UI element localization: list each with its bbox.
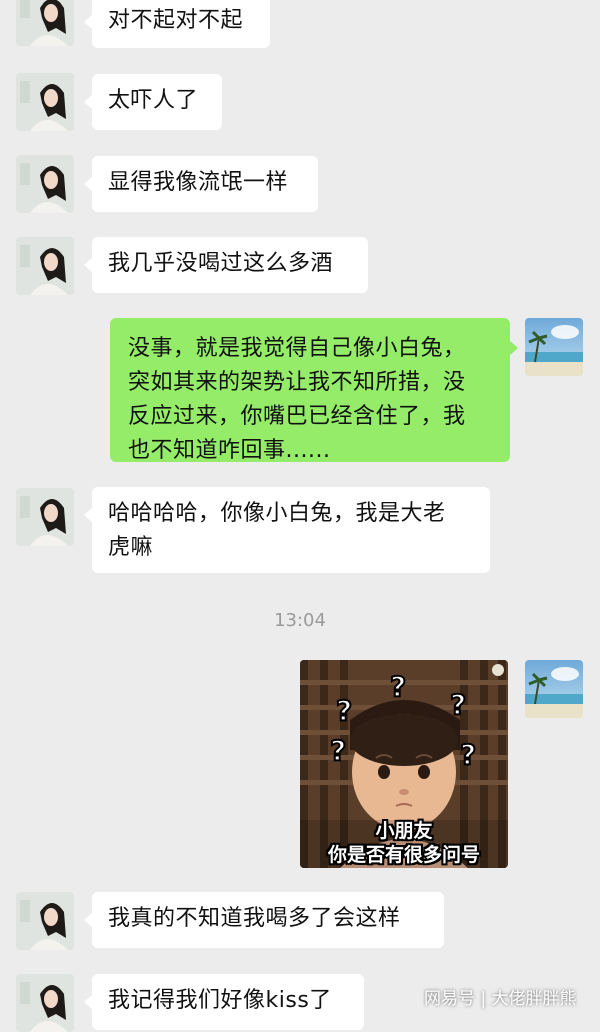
watermark: 网易号 | 大佬胖胖熊	[424, 989, 577, 1009]
contact-avatar[interactable]	[16, 892, 74, 950]
incoming-message-bubble[interactable]: 我真的不知道我喝多了会这样	[84, 892, 444, 948]
sticker-image[interactable]: ? ? ? ? ? 小朋友 你是否有很多问号	[300, 660, 508, 868]
incoming-message-bubble[interactable]: 对不起对不起	[84, 0, 270, 48]
incoming-message-bubble[interactable]: 太吓人了	[84, 74, 222, 130]
sticker-caption-line1: 小朋友	[375, 820, 433, 842]
timestamp: 13:04	[274, 610, 326, 631]
svg-text:?: ?	[460, 738, 476, 771]
outgoing-message-bubble[interactable]: 没事，就是我觉得自己像小白兔， 突如其来的架势让我不知所措，没 反应过来，你嘴巴…	[110, 318, 518, 463]
contact-avatar[interactable]	[16, 0, 74, 46]
sticker-caption-line2: 你是否有很多问号	[327, 844, 480, 866]
contact-avatar[interactable]	[16, 974, 74, 1032]
my-avatar[interactable]	[525, 318, 583, 376]
contact-avatar[interactable]	[16, 155, 74, 213]
svg-text:?: ?	[450, 688, 466, 721]
svg-text:?: ?	[336, 694, 352, 727]
incoming-message-bubble[interactable]: 我几乎没喝过这么多酒	[84, 237, 368, 293]
contact-avatar[interactable]	[16, 488, 74, 546]
svg-text:?: ?	[390, 670, 406, 703]
incoming-message-bubble[interactable]: 我记得我们好像kiss了	[84, 974, 364, 1030]
my-avatar[interactable]	[525, 660, 583, 718]
contact-avatar[interactable]	[16, 73, 74, 131]
contact-avatar[interactable]	[16, 237, 74, 295]
svg-text:?: ?	[330, 734, 346, 767]
incoming-message-bubble[interactable]: 哈哈哈哈，你像小白兔，我是大老 虎嘛	[84, 487, 490, 573]
incoming-message-bubble[interactable]: 显得我像流氓一样	[84, 156, 318, 212]
